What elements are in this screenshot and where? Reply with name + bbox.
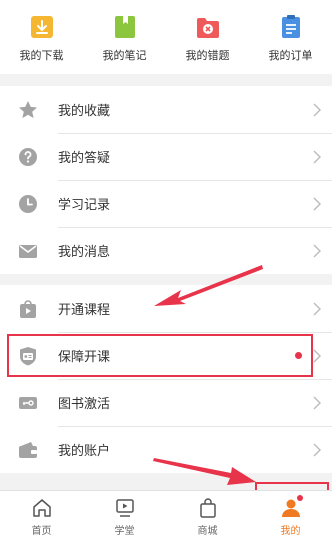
chevron-right-icon <box>313 349 321 362</box>
download-icon <box>30 16 53 38</box>
chevron-right-icon <box>313 244 321 257</box>
wallet-icon <box>19 441 37 458</box>
chevron-right-icon <box>313 302 321 315</box>
menu-item-qa[interactable]: 我的答疑 <box>0 133 332 180</box>
menu-item-label: 保障开课 <box>58 350 111 365</box>
mail-icon <box>19 244 37 258</box>
open-course-icon <box>20 299 36 318</box>
menu-group-courses: 开通课程 保障开课 图书激活 我的账户 <box>0 285 332 473</box>
menu-item-guarantee-course[interactable]: 保障开课 <box>0 332 332 379</box>
home-icon <box>32 499 51 517</box>
shortcut-label: 我的订单 <box>268 49 313 62</box>
notebook-icon <box>114 16 135 38</box>
tab-label: 首页 <box>31 526 52 537</box>
menu-item-label: 图书激活 <box>58 397 111 412</box>
order-icon <box>281 15 300 38</box>
clock-icon <box>19 194 37 213</box>
shortcut-label: 我的错题 <box>185 49 230 62</box>
star-icon <box>19 100 37 118</box>
bottom-tab-bar: 首页 学堂 商城 我的 <box>0 490 332 542</box>
tab-label: 学堂 <box>114 526 135 537</box>
menu-item-my-account[interactable]: 我的账户 <box>0 426 332 473</box>
shortcut-bar: 我的下载 我的笔记 我的错题 我的订单 <box>0 0 332 74</box>
chevron-right-icon <box>313 443 321 456</box>
notification-dot <box>295 352 302 359</box>
menu-item-label: 我的收藏 <box>58 104 111 119</box>
menu-item-messages[interactable]: 我的消息 <box>0 227 332 274</box>
tab-label: 商城 <box>197 526 218 537</box>
shortcut-downloads[interactable]: 我的下载 <box>0 0 83 74</box>
tab-shop[interactable]: 商城 <box>166 491 249 542</box>
guarantee-card-icon <box>20 346 36 365</box>
tab-home[interactable]: 首页 <box>0 491 83 542</box>
shop-bag-icon <box>199 498 216 518</box>
question-icon <box>19 147 37 166</box>
chevron-right-icon <box>313 103 321 116</box>
tab-classroom[interactable]: 学堂 <box>83 491 166 542</box>
chevron-right-icon <box>313 396 321 409</box>
tab-label: 我的 <box>280 526 301 537</box>
shortcut-label: 我的下载 <box>19 49 64 62</box>
wrong-question-icon <box>196 18 219 38</box>
menu-item-open-course[interactable]: 开通课程 <box>0 285 332 332</box>
chevron-right-icon <box>313 150 321 163</box>
book-activate-icon <box>19 396 37 409</box>
menu-item-book-activation[interactable]: 图书激活 <box>0 379 332 426</box>
menu-item-label: 开通课程 <box>58 303 111 318</box>
menu-item-label: 我的账户 <box>58 444 111 459</box>
notification-dot <box>296 495 303 501</box>
menu-item-favorites[interactable]: 我的收藏 <box>0 86 332 133</box>
chevron-right-icon <box>313 197 321 210</box>
shortcut-orders[interactable]: 我的订单 <box>249 0 332 74</box>
menu-item-label: 我的消息 <box>58 245 111 260</box>
menu-item-study-records[interactable]: 学习记录 <box>0 180 332 227</box>
menu-group-account: 我的收藏 我的答疑 学习记录 我的消息 <box>0 86 332 274</box>
menu-item-label: 学习记录 <box>58 198 111 213</box>
shortcut-notes[interactable]: 我的笔记 <box>83 0 166 74</box>
classroom-icon <box>115 499 134 517</box>
menu-item-label: 我的答疑 <box>58 151 111 166</box>
tab-mine[interactable]: 我的 <box>249 491 332 542</box>
shortcut-label: 我的笔记 <box>102 49 147 62</box>
shortcut-wrong-questions[interactable]: 我的错题 <box>166 0 249 74</box>
